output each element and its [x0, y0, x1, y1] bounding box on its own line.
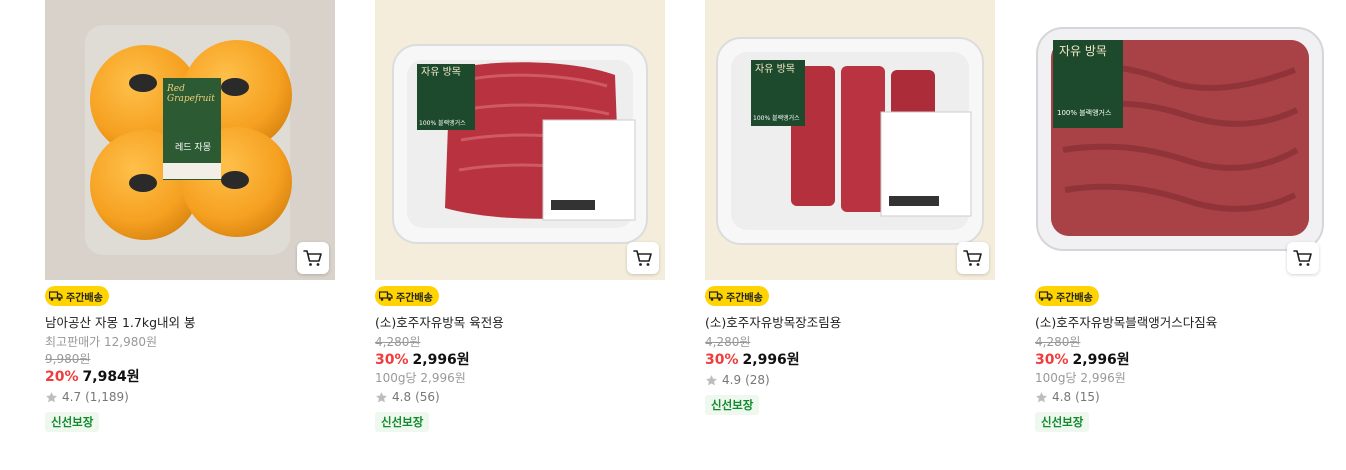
delivery-badge: 주간배송	[375, 286, 439, 306]
truck-icon	[1039, 291, 1053, 301]
rating: 4.8 (56)	[375, 389, 665, 406]
product-name[interactable]: (소)호주자유방목블랙앵거스다짐육	[1035, 314, 1325, 331]
product-card[interactable]: Red Grapefruit 레드 자몽 주간배송 남아공산 자몽 1.7kg내…	[45, 0, 335, 432]
product-name[interactable]: (소)호주자유방목장조림용	[705, 314, 995, 331]
price-row: 20% 7,984원	[45, 368, 335, 387]
delivery-badge: 주간배송	[45, 286, 109, 306]
delivery-badge: 주간배송	[705, 286, 769, 306]
discount-rate: 30%	[1035, 352, 1069, 368]
image-label-text: 레드 자몽	[175, 143, 211, 153]
discount-rate: 20%	[45, 369, 79, 385]
rating: 4.9 (28)	[705, 372, 995, 389]
cart-icon	[1293, 250, 1312, 266]
image-label-text: 100% 블랙앵거스	[753, 115, 800, 122]
rating-score: 4.8	[1052, 390, 1072, 404]
unit-price: 100g당 2,996원	[375, 371, 466, 385]
sale-price: 2,996원	[742, 352, 800, 368]
star-icon	[46, 392, 57, 403]
discount-rate: 30%	[375, 352, 409, 368]
delivery-badge-label: 주간배송	[396, 292, 433, 304]
unit-price: 100g당 2,996원	[1035, 371, 1126, 385]
product-image[interactable]: 자유 방목 100% 블랙앵거스	[375, 0, 665, 280]
review-count: (15)	[1075, 390, 1100, 404]
product-card[interactable]: 자유 방목 100% 블랙앵거스 주간배송 (소)호주자유방목블랙앵거스다짐육 …	[1035, 0, 1325, 432]
product-name[interactable]: (소)호주자유방목 육전용	[375, 314, 665, 331]
price-row: 30% 2,996원	[1035, 351, 1325, 370]
add-to-cart-button[interactable]	[957, 242, 989, 274]
delivery-badge-label: 주간배송	[726, 292, 763, 304]
truck-icon	[49, 291, 63, 301]
truck-icon	[709, 291, 723, 301]
product-image[interactable]: 자유 방목 100% 블랙앵거스	[705, 0, 995, 280]
price-row: 30% 2,996원	[375, 351, 665, 370]
original-price: 4,280원	[1035, 335, 1081, 349]
rating: 4.7 (1,189)	[45, 389, 335, 406]
original-price: 4,280원	[705, 335, 751, 349]
product-grid: Red Grapefruit 레드 자몽 주간배송 남아공산 자몽 1.7kg내…	[0, 0, 1346, 470]
ground-beef-photo	[1035, 0, 1325, 280]
delivery-badge-label: 주간배송	[1056, 292, 1093, 304]
original-price: 4,280원	[375, 335, 421, 349]
image-label-text: 100% 블랙앵거스	[1057, 109, 1112, 117]
fresh-guarantee-tag: 신선보장	[45, 412, 100, 432]
star-icon	[706, 375, 717, 386]
rating-score: 4.9	[722, 373, 742, 387]
star-icon	[1036, 392, 1047, 403]
sale-price: 7,984원	[82, 369, 140, 385]
star-icon	[376, 392, 387, 403]
image-brand-text: 자유 방목	[755, 64, 795, 75]
fresh-guarantee-tag: 신선보장	[1035, 412, 1090, 432]
rating-score: 4.7	[62, 390, 82, 404]
cart-icon	[963, 250, 982, 266]
product-card[interactable]: 자유 방목 100% 블랙앵거스 주간배송 (소)호주자유방목 육전용 4,28…	[375, 0, 665, 432]
fresh-guarantee-tag: 신선보장	[705, 395, 760, 415]
fresh-guarantee-tag: 신선보장	[375, 412, 430, 432]
review-count: (1,189)	[85, 390, 129, 404]
rating: 4.8 (15)	[1035, 389, 1325, 406]
cart-icon	[633, 250, 652, 266]
cart-icon	[303, 250, 322, 266]
sale-price: 2,996원	[1072, 352, 1130, 368]
max-price: 최고판매가 12,980원	[45, 335, 158, 349]
image-brand-text: Red Grapefruit	[167, 84, 215, 104]
truck-icon	[379, 291, 393, 301]
add-to-cart-button[interactable]	[297, 242, 329, 274]
add-to-cart-button[interactable]	[1287, 242, 1319, 274]
discount-rate: 30%	[705, 352, 739, 368]
image-brand-text: 자유 방목	[421, 67, 461, 78]
rating-score: 4.8	[392, 390, 412, 404]
beef-chunks-photo	[705, 0, 995, 280]
sale-price: 2,996원	[412, 352, 470, 368]
beef-slices-photo	[375, 0, 665, 280]
product-image[interactable]: 자유 방목 100% 블랙앵거스	[1035, 0, 1325, 280]
product-image[interactable]: Red Grapefruit 레드 자몽	[45, 0, 335, 280]
delivery-badge: 주간배송	[1035, 286, 1099, 306]
image-label-text: 100% 블랙앵거스	[419, 120, 466, 127]
image-brand-text: 자유 방목	[1059, 44, 1107, 58]
review-count: (56)	[415, 390, 440, 404]
add-to-cart-button[interactable]	[627, 242, 659, 274]
delivery-badge-label: 주간배송	[66, 292, 103, 304]
product-card[interactable]: 자유 방목 100% 블랙앵거스 주간배송 (소)호주자유방목장조림용 4,28…	[705, 0, 995, 415]
price-row: 30% 2,996원	[705, 351, 995, 370]
product-name[interactable]: 남아공산 자몽 1.7kg내외 봉	[45, 314, 335, 331]
original-price: 9,980원	[45, 352, 91, 366]
review-count: (28)	[745, 373, 770, 387]
